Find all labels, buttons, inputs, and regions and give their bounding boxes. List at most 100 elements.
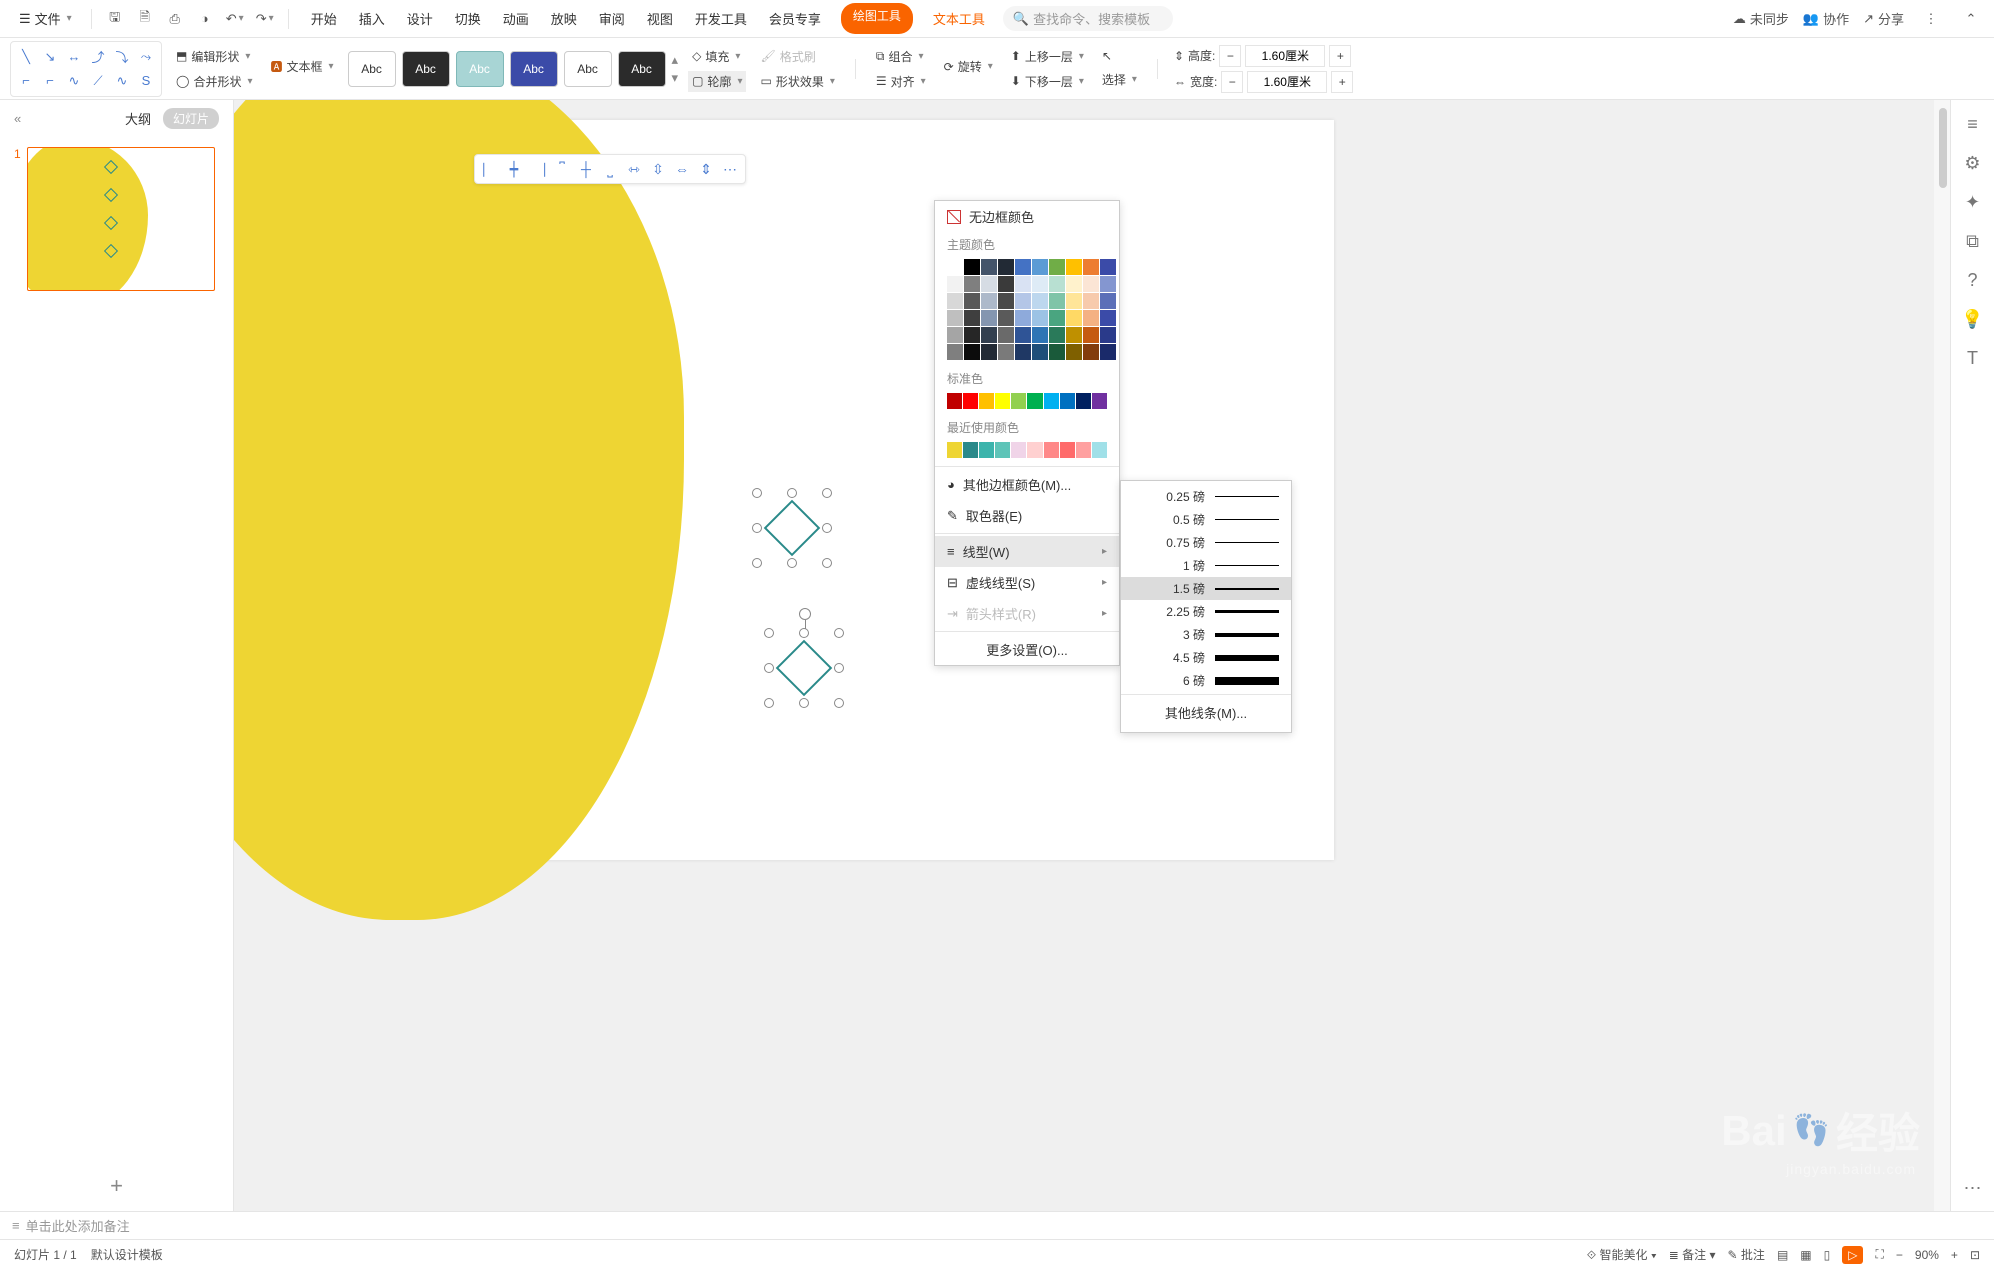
color-swatch[interactable] <box>981 276 997 292</box>
height-minus[interactable]: − <box>1219 45 1241 67</box>
style-preset-2[interactable]: Abc <box>402 51 450 87</box>
style-scroll-down[interactable]: ▾ <box>672 70 679 86</box>
beautify-button[interactable]: ⟐ 智能美化 ▾ <box>1587 1246 1657 1263</box>
format-painter-button[interactable]: 🖌格式刷 <box>756 46 838 67</box>
color-swatch[interactable] <box>1100 310 1116 326</box>
dash-style-item[interactable]: ⊟虚线线型(S)▸ <box>935 567 1119 598</box>
color-swatch[interactable] <box>1032 259 1048 275</box>
tab-view[interactable]: 视图 <box>645 3 675 34</box>
width-plus[interactable]: + <box>1331 71 1353 93</box>
color-swatch[interactable] <box>964 310 980 326</box>
color-swatch[interactable] <box>1083 293 1099 309</box>
line-weight-option[interactable]: 6 磅 <box>1121 669 1291 692</box>
collapse-panel-icon[interactable]: « <box>14 111 21 126</box>
add-slide-button[interactable]: + <box>0 1161 233 1211</box>
rail-text-icon[interactable]: T <box>1967 348 1978 369</box>
color-swatch[interactable] <box>964 327 980 343</box>
standard-color-swatches[interactable] <box>935 391 1119 415</box>
color-swatch[interactable] <box>1027 393 1042 409</box>
rail-star-icon[interactable]: ✦ <box>1965 192 1980 213</box>
color-swatch[interactable] <box>964 276 980 292</box>
rail-feedback-icon[interactable]: ⧉ <box>1966 231 1979 252</box>
tab-text-tools[interactable]: 文本工具 <box>931 3 987 34</box>
print-icon[interactable]: ⎙ <box>162 6 188 32</box>
selected-diamond-2[interactable] <box>766 630 842 706</box>
theme-color-swatches[interactable] <box>935 257 1119 366</box>
tab-home[interactable]: 开始 <box>309 3 339 34</box>
group-button[interactable]: ⧉组合▾ <box>872 46 930 67</box>
yellow-blob-shape[interactable] <box>234 100 684 920</box>
color-swatch[interactable] <box>947 259 963 275</box>
line-weight-option[interactable]: 0.5 磅 <box>1121 508 1291 531</box>
color-swatch[interactable] <box>964 344 980 360</box>
comments-toggle[interactable]: ✎ 批注 <box>1728 1246 1765 1263</box>
eyedropper-item[interactable]: ✎取色器(E) <box>935 500 1119 531</box>
width-minus[interactable]: − <box>1221 71 1243 93</box>
color-swatch[interactable] <box>1032 293 1048 309</box>
recent-color-swatches[interactable] <box>935 440 1119 464</box>
fit-icon[interactable]: ⛶ <box>1875 1247 1883 1262</box>
select-pane-button[interactable]: ↖ <box>1098 47 1141 65</box>
align-bottom-icon[interactable]: ⎵ <box>599 158 621 180</box>
slide-thumbnail-1[interactable] <box>27 147 215 291</box>
merge-shape-button[interactable]: ◯合并形状▾ <box>172 71 256 92</box>
color-swatch[interactable] <box>1032 344 1048 360</box>
notes-pane[interactable]: ≡ 单击此处添加备注 <box>0 1211 1994 1239</box>
zoom-in-icon[interactable]: + <box>1951 1248 1958 1262</box>
align-top-icon[interactable]: ⎴ <box>551 158 573 180</box>
style-preset-6[interactable]: Abc <box>618 51 666 87</box>
color-swatch[interactable] <box>1083 310 1099 326</box>
edit-shape-button[interactable]: ⬒编辑形状▾ <box>172 46 256 67</box>
color-swatch[interactable] <box>998 259 1014 275</box>
style-preset-4[interactable]: Abc <box>510 51 558 87</box>
line-weight-option[interactable]: 1.5 磅 <box>1121 577 1291 600</box>
sync-status[interactable]: ☁未同步 <box>1733 9 1789 28</box>
color-swatch[interactable] <box>1032 276 1048 292</box>
color-swatch[interactable] <box>981 293 997 309</box>
height-plus[interactable]: + <box>1329 45 1351 67</box>
save-as-icon[interactable]: 🗎 <box>132 6 158 32</box>
slide-canvas[interactable]: ⎸ ┿ ⎹ ⎴ ┼ ⎵ ⇿ ⇳ ⇔ ⇕ ⋯ <box>234 100 1950 1211</box>
color-swatch[interactable] <box>1083 327 1099 343</box>
collab-button[interactable]: 👥协作 <box>1803 9 1849 28</box>
zoom-level[interactable]: 90% <box>1915 1248 1939 1262</box>
color-swatch[interactable] <box>1015 327 1031 343</box>
color-swatch[interactable] <box>979 393 994 409</box>
slideshow-icon[interactable]: ▷ <box>1842 1246 1863 1264</box>
color-swatch[interactable] <box>979 442 994 458</box>
color-swatch[interactable] <box>1076 442 1091 458</box>
tab-review[interactable]: 审阅 <box>597 3 627 34</box>
color-swatch[interactable] <box>1015 293 1031 309</box>
tab-drawing-tools[interactable]: 绘图工具 <box>841 3 913 34</box>
file-menu[interactable]: ☰ 文件 ▾ <box>10 4 81 33</box>
color-swatch[interactable] <box>1060 393 1075 409</box>
color-swatch[interactable] <box>1092 393 1107 409</box>
rotate-button[interactable]: ⟳旋转▾ <box>940 56 997 77</box>
line-shapes-gallery[interactable]: ╲↘↔⤴⤵⤳ ⌐⌐∿⟋∿S <box>10 41 162 97</box>
search-box[interactable]: 🔍 查找命令、搜索模板 <box>1003 6 1173 31</box>
color-swatch[interactable] <box>981 310 997 326</box>
color-swatch[interactable] <box>1044 393 1059 409</box>
align-button[interactable]: ☰对齐▾ <box>872 71 930 92</box>
more-settings-item[interactable]: 更多设置(O)... <box>935 634 1119 665</box>
color-swatch[interactable] <box>947 344 963 360</box>
color-swatch[interactable] <box>964 259 980 275</box>
line-style-item[interactable]: ≡线型(W)▸ <box>935 536 1119 567</box>
color-swatch[interactable] <box>963 442 978 458</box>
outline-button[interactable]: ▢轮廓▾ <box>688 71 746 92</box>
distribute-h-icon[interactable]: ⇿ <box>623 158 645 180</box>
distribute-v-icon[interactable]: ⇳ <box>647 158 669 180</box>
color-swatch[interactable] <box>998 293 1014 309</box>
color-swatch[interactable] <box>947 442 962 458</box>
color-swatch[interactable] <box>1049 310 1065 326</box>
redo-icon[interactable]: ↷▾ <box>252 6 278 32</box>
color-swatch[interactable] <box>964 293 980 309</box>
color-swatch[interactable] <box>1100 344 1116 360</box>
color-swatch[interactable] <box>1015 310 1031 326</box>
tab-insert[interactable]: 插入 <box>357 3 387 34</box>
color-swatch[interactable] <box>947 393 962 409</box>
rotation-handle[interactable] <box>799 608 811 620</box>
save-icon[interactable]: 🖫 <box>102 6 128 32</box>
print-preview-icon[interactable]: ◑ <box>192 6 218 32</box>
style-preset-5[interactable]: Abc <box>564 51 612 87</box>
